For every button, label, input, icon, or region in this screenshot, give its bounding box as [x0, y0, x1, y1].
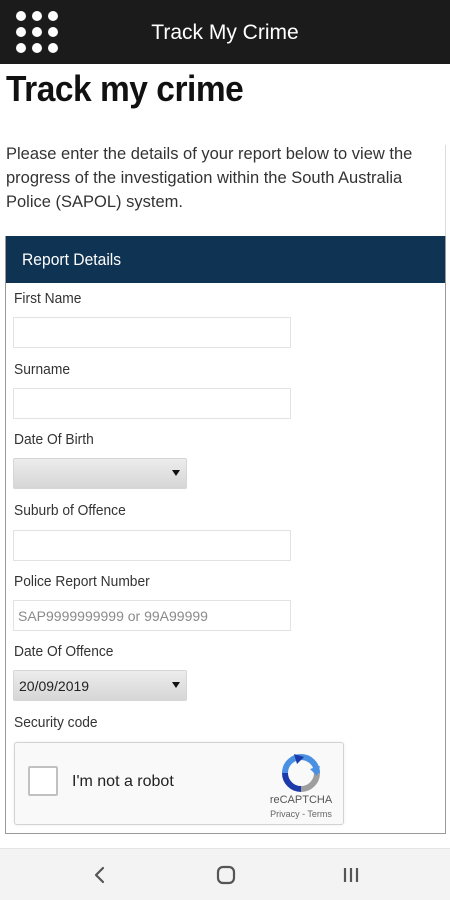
panel-header-label: Report Details — [22, 250, 122, 269]
system-nav-bar — [0, 848, 450, 900]
date-of-birth-label: Date Of Birth — [14, 431, 94, 448]
recaptcha-widget: I'm not a robot reCAPTCHA Privacy - Term… — [14, 742, 344, 825]
report-number-input[interactable] — [13, 600, 291, 631]
recaptcha-brand: reCAPTCHA — [269, 794, 333, 806]
recaptcha-links[interactable]: Privacy - Terms — [259, 809, 343, 819]
intro-text: Please enter the details of your report … — [6, 145, 413, 211]
date-of-offence-label: Date Of Offence — [14, 643, 114, 660]
first-name-label: First Name — [14, 290, 82, 307]
panel-header: Report Details — [6, 236, 445, 283]
page-title: Track my crime — [6, 68, 244, 109]
app-title: Track My Crime — [151, 21, 299, 44]
recaptcha-label: I'm not a robot — [72, 773, 174, 790]
surname-label: Surname — [14, 361, 71, 378]
back-icon[interactable] — [80, 859, 120, 891]
first-name-input[interactable] — [13, 317, 291, 348]
suburb-label: Suburb of Offence — [14, 502, 126, 519]
security-code-label: Security code — [14, 714, 98, 731]
recent-apps-icon[interactable] — [331, 859, 371, 891]
app-bar: Track My Crime — [0, 0, 450, 64]
recaptcha-checkbox[interactable] — [28, 766, 58, 796]
report-number-label: Police Report Number — [14, 573, 150, 590]
chevron-down-icon — [172, 682, 180, 688]
report-details-panel: Report Details First Name Surname Date O… — [5, 236, 446, 834]
home-icon[interactable] — [206, 859, 246, 891]
date-of-offence-select[interactable]: 20/09/2019 — [13, 670, 187, 701]
date-of-offence-value: 20/09/2019 — [19, 678, 90, 694]
chevron-down-icon — [172, 470, 180, 476]
recaptcha-logo-icon — [282, 754, 320, 792]
date-of-birth-select[interactable] — [13, 458, 187, 489]
suburb-input[interactable] — [13, 530, 291, 561]
surname-input[interactable] — [13, 388, 291, 419]
